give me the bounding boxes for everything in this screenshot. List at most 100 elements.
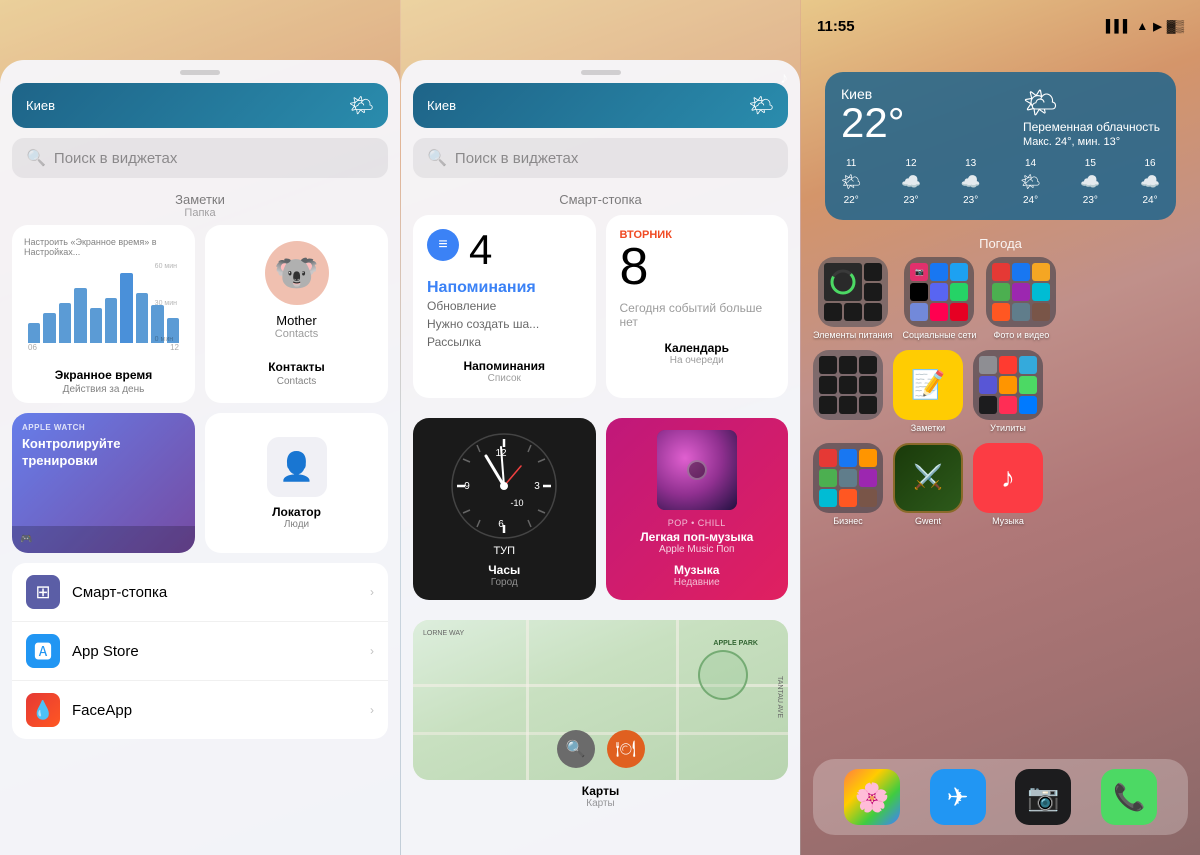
folder-empty3 <box>844 303 862 321</box>
sheet-handle-2 <box>581 70 621 75</box>
notes-icon-block: 📝 Заметки <box>893 350 963 433</box>
music-app-icon[interactable]: ♪ <box>973 443 1043 513</box>
ut-2 <box>999 356 1017 374</box>
clock-widget[interactable]: 12 3 6 9 <box>413 418 596 600</box>
screen-time-widget[interactable]: Настроить «Экранное время» в Настройках.… <box>12 225 195 403</box>
reminders-title: Напоминания <box>427 279 582 297</box>
dock-photos-block: 🌸 <box>844 769 900 825</box>
st-configure: Настроить «Экранное время» в Настройках.… <box>24 237 183 257</box>
clock-footer-sub: Город <box>488 577 520 588</box>
p3-temp: 22° <box>841 102 905 144</box>
biz-folder[interactable] <box>813 443 883 513</box>
p3-weather-icon: 🌤 <box>1023 86 1160 119</box>
notes-app-icon[interactable]: 📝 <box>893 350 963 420</box>
yl-60: 60 мин <box>155 263 177 270</box>
svg-text:3: 3 <box>534 481 540 492</box>
weather-header-1[interactable]: Киев 🌤 <box>12 83 388 128</box>
locator-widget[interactable]: 👤 Локатор Люди <box>205 413 388 553</box>
gwent-icon-block: ⚔️ Gwent <box>893 443 963 526</box>
appstore-content: APPLE WATCH Контролируйте тренировки <box>12 413 195 480</box>
list-item-faceapp[interactable]: 💧 FaceApp › <box>12 681 388 739</box>
statusbar: 11:55 ▌▌▌ ▲ ▶ ▓▒ <box>801 0 1200 44</box>
power-folder-2[interactable] <box>813 350 883 420</box>
music-app-label: Музыка <box>992 516 1024 526</box>
yl-0: 0 мин <box>155 336 177 343</box>
gwent-app-icon[interactable]: ⚔️ <box>893 443 963 513</box>
maps-search-btn[interactable]: 🔍 <box>557 730 595 768</box>
locator-sub: Люди <box>284 519 309 530</box>
reminders-icon: ≡ <box>427 229 459 261</box>
fd1-temp: 22° <box>844 195 859 206</box>
analog-clock-svg: 12 3 6 9 <box>449 431 559 541</box>
music-footer: Музыка Недавние <box>674 563 720 588</box>
calendar-widget[interactable]: ВТОРНИК 8 Сегодня событий больше нет Кал… <box>606 215 789 398</box>
maps-food-btn[interactable]: 🍽 <box>607 730 645 768</box>
chevron-icon-2: › <box>370 644 374 658</box>
p3-weather[interactable]: Киев 22° 🌤 Переменная облачность Макс. 2… <box>813 12 1188 230</box>
utilities-icon-block: Утилиты <box>973 350 1043 433</box>
dock: 🌸 ✈ 📷 📞 <box>813 759 1188 835</box>
appstore-list-icon: 🅰 <box>26 634 60 668</box>
contact-avatar: 🐨 <box>265 241 329 305</box>
search-bar-1[interactable]: 🔍 Поиск в виджетах <box>12 138 388 178</box>
reminders-footer-label: Напоминания <box>427 359 582 373</box>
power-elements-folder-block: Элементы питания <box>813 257 892 340</box>
appstore-widget[interactable]: APPLE WATCH Контролируйте тренировки 🎮 <box>12 413 195 553</box>
utilities-folder[interactable] <box>973 350 1043 420</box>
pin-mini <box>950 303 968 321</box>
clock-footer-label: Часы <box>488 563 520 577</box>
photo-folder-block: Фото и видео <box>986 257 1056 340</box>
pf2-9 <box>859 396 877 414</box>
fd1-icon: 🌤 <box>841 172 861 192</box>
yt-mini <box>930 303 948 321</box>
search-bar-2[interactable]: 🔍 Поиск в виджетах <box>413 138 788 178</box>
statusbar-icons: ▌▌▌ ▲ ▶ ▓▒ <box>1106 19 1184 33</box>
pf2-6 <box>859 376 877 394</box>
dock-camera-icon[interactable]: 📷 <box>1015 769 1071 825</box>
fd5-temp: 23° <box>1083 195 1098 206</box>
svg-text:9: 9 <box>464 481 470 492</box>
forecast-day-6: 16 ☁️ 24° <box>1140 158 1160 206</box>
widget-grid-2: APPLE WATCH Контролируйте тренировки 🎮 👤… <box>12 413 388 553</box>
dock-phone-block: 📞 <box>1101 769 1157 825</box>
list-item-smartstack[interactable]: ⊞ Смарт-стопка › <box>12 563 388 622</box>
stl-06: 06 <box>28 343 37 352</box>
music-album <box>657 430 737 510</box>
phone-icon-sym: 📞 <box>1113 782 1145 813</box>
list-item-appstore[interactable]: 🅰 App Store › <box>12 622 388 681</box>
reminder-row-3: Рассылка <box>427 333 582 351</box>
weather-header-2[interactable]: Киев 🌤 <box>413 83 788 128</box>
forecast-day-3: 13 ☁️ 23° <box>961 158 981 206</box>
dock-photos-icon[interactable]: 🌸 <box>844 769 900 825</box>
forecast-day-5: 15 ☁️ 23° <box>1080 158 1100 206</box>
ut-4 <box>979 376 997 394</box>
fd4-temp: 24° <box>1023 195 1038 206</box>
ut-3 <box>1019 356 1037 374</box>
power-elements-folder[interactable] <box>818 257 888 327</box>
social-folder[interactable]: 📷 <box>904 257 974 327</box>
pf2-5 <box>839 376 857 394</box>
music-widget[interactable]: ♪ Pop • Chill Легкая поп-музыка Apple Mu… <box>606 418 789 600</box>
row1-spacer <box>1066 257 1188 340</box>
music-icon-sym: ♪ <box>1001 462 1015 494</box>
notes-header: Заметки Папка <box>12 192 388 219</box>
list-section-1: ⊞ Смарт-стопка › 🅰 App Store › 💧 <box>12 563 388 739</box>
maps-widget[interactable]: APPLE PARK LORNE WAY TANTAU AVE 🔍 🍽 <box>413 620 788 780</box>
dock-camera-block: 📷 <box>1015 769 1071 825</box>
music-note-icon: ♪ <box>780 70 788 88</box>
faceapp-icon: 💧 <box>26 693 60 727</box>
dock-phone-icon[interactable]: 📞 <box>1101 769 1157 825</box>
photo-folder[interactable] <box>986 257 1056 327</box>
contacts-widget[interactable]: 🐨 Mother Contacts Контакты Contacts <box>205 225 388 403</box>
ut-7 <box>979 396 997 414</box>
row3-spacer <box>1053 443 1188 526</box>
music-sub: Apple Music Поп <box>659 544 734 555</box>
reminders-widget[interactable]: ≡ 4 Напоминания Обновление Нужно создать… <box>413 215 596 398</box>
appstore-list-text: App Store <box>72 643 358 660</box>
pogoda-label: Погода <box>801 236 1200 251</box>
dock-telegram-icon[interactable]: ✈ <box>930 769 986 825</box>
p3-desc: Переменная облачность <box>1023 119 1160 136</box>
apple-park-circle <box>698 650 748 700</box>
pf2-1 <box>819 356 837 374</box>
forecast-day-2: 12 ☁️ 23° <box>901 158 921 206</box>
